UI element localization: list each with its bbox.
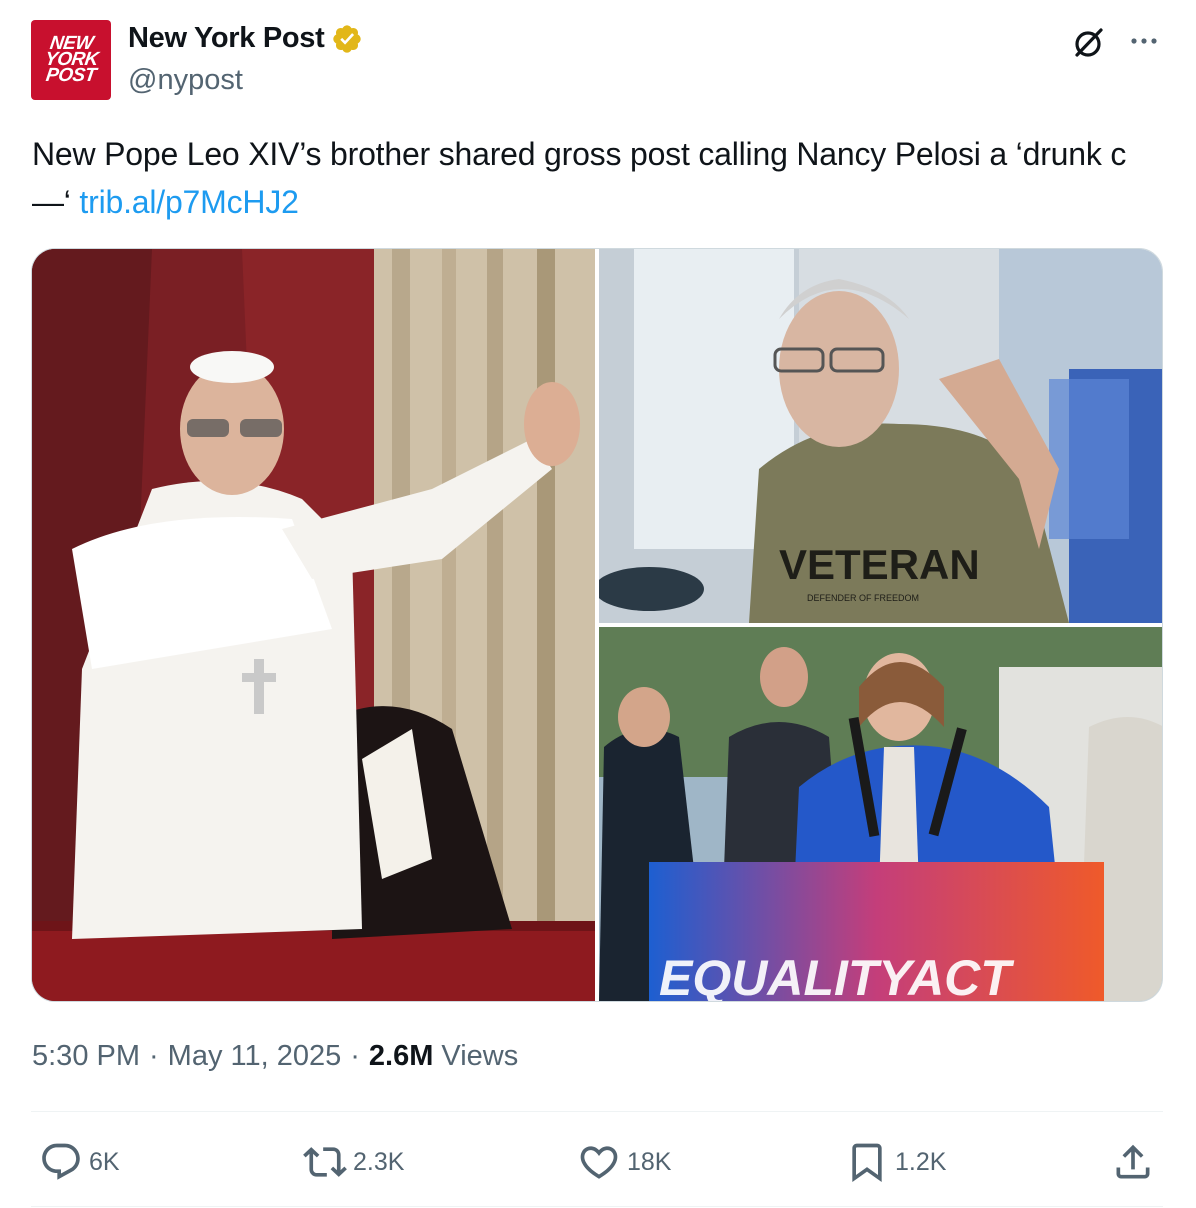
views-label: Views xyxy=(441,1040,519,1072)
media-grid: VETERAN DEFENDER OF FREEDOM EQUALITYACT xyxy=(31,248,1163,1002)
share-icon xyxy=(1116,1144,1150,1179)
bookmark-button[interactable]: 1.2K xyxy=(845,1138,946,1186)
action-bar: 6K 2.3K 18K 1.2K xyxy=(31,1138,1163,1186)
views-count: 2.6M xyxy=(368,1040,434,1072)
share-button[interactable] xyxy=(1111,1138,1155,1186)
author-name-row: New York Post xyxy=(128,22,363,55)
tweet-meta: 5:30 PM · May 11, 2025 · 2.6M Views xyxy=(32,1040,518,1073)
reply-count: 6K xyxy=(89,1147,120,1176)
avatar-line-3: POST xyxy=(44,65,98,86)
repost-icon xyxy=(303,1147,347,1177)
meta-separator: · xyxy=(149,1040,159,1072)
author-handle[interactable]: @nypost xyxy=(128,64,243,97)
tweet-card: NEW YORK POST New York Post @nypost New … xyxy=(0,0,1196,1208)
reply-button[interactable]: 6K xyxy=(39,1138,120,1186)
photo-pelosi-podium[interactable]: EQUALITYACT xyxy=(599,627,1162,1001)
like-icon xyxy=(580,1146,618,1179)
grok-icon[interactable] xyxy=(1070,24,1108,62)
like-count: 18K xyxy=(627,1147,672,1176)
tweet-link[interactable]: trib.al/p7McHJ2 xyxy=(79,184,299,220)
photo-pope-waving[interactable] xyxy=(32,249,595,1001)
meta-separator: · xyxy=(350,1040,360,1072)
divider xyxy=(31,1206,1163,1207)
podium-text: EQUALITYACT xyxy=(659,950,1015,1001)
photo-brother-veteran[interactable]: VETERAN DEFENDER OF FREEDOM xyxy=(599,249,1162,623)
bookmark-icon xyxy=(852,1143,882,1183)
tweet-text: New Pope Leo XIV’s brother shared gross … xyxy=(32,130,1152,226)
display-name[interactable]: New York Post xyxy=(128,22,325,55)
shirt-text: VETERAN xyxy=(779,541,980,588)
reply-icon xyxy=(42,1143,80,1180)
like-button[interactable]: 18K xyxy=(577,1138,671,1186)
repost-button[interactable]: 2.3K xyxy=(303,1138,404,1186)
gold-verified-badge-icon[interactable] xyxy=(331,23,363,55)
divider xyxy=(31,1111,1163,1112)
bookmark-count: 1.2K xyxy=(895,1147,947,1176)
more-horizontal-icon[interactable] xyxy=(1125,24,1163,62)
avatar[interactable]: NEW YORK POST xyxy=(31,20,111,100)
shirt-subtext: DEFENDER OF FREEDOM xyxy=(807,593,919,603)
tweet-date[interactable]: May 11, 2025 xyxy=(168,1040,342,1073)
repost-count: 2.3K xyxy=(353,1147,405,1176)
tweet-time[interactable]: 5:30 PM xyxy=(32,1040,140,1073)
